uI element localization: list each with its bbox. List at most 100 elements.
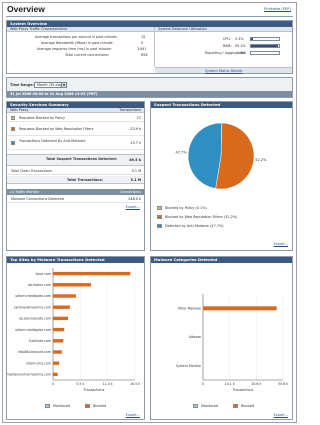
x-tick-label: 11.0 k [103, 382, 113, 386]
category-label: 1jmp.com [35, 272, 51, 276]
cpu-label: CPU: [223, 37, 232, 41]
disk-meter [250, 51, 280, 55]
legend-swatch [157, 215, 162, 219]
web-proxy-col-header: Web Proxy [10, 108, 29, 112]
security-export-link[interactable]: Export... [126, 205, 140, 209]
traffic-row-2-label: Average Bandwidth (Mbps) in past minute: [41, 41, 114, 45]
pie-slice-label: 52.2% [255, 158, 267, 162]
table-row: Transactions Detected By Anti-Malware 25… [7, 137, 144, 150]
time-range-label: Time Range: [10, 83, 34, 87]
category-label: mediaclunmutmachine.com [7, 373, 51, 377]
category-label: 4ucltisite.com [29, 339, 51, 343]
top-sites-bar-chart: 0 5.5 k 11.0 k 16.5 k Transactions 1jmp.com ab… [7, 268, 140, 392]
time-range-select[interactable]: Month (30 days) ▼ [34, 82, 67, 88]
bar [53, 283, 91, 287]
legend-label: Blocked [93, 404, 107, 408]
summary-rows: Requests Blocked by Policy 27 Requests B… [7, 114, 144, 156]
system-overview-panel: System Overview Web Proxy Traffic Charac… [6, 20, 293, 74]
legend-swatch [85, 404, 90, 408]
chevron-down-icon: ▼ [61, 83, 66, 87]
category-label: Other Malware [178, 307, 201, 311]
system-status-details-link[interactable]: System Status Details [205, 69, 242, 73]
suspect-legend: Blocked by Policy (0.1%) Blocked by Web … [151, 204, 292, 234]
clean-row: Total Clean Transactions 3.1 M [7, 167, 144, 175]
suspect-title: Suspect Transactions Detected [151, 102, 292, 108]
legend-swatch [157, 224, 162, 228]
suspect-pie-chart: 52.2% 47.7% [175, 122, 267, 190]
category-label: uiform.lms.com [26, 361, 51, 365]
total-value: 3.1 M [130, 178, 141, 182]
l4-row: Malware Connections Detected 248.0 k [7, 195, 144, 203]
row-label: Transactions Detected By Anti-Malware [19, 139, 86, 143]
cpu-meter [250, 37, 280, 41]
malware-categories-title: Malware Categories Detected [151, 257, 292, 263]
l4-title: L4 Traffic Monitor [10, 190, 40, 194]
clean-label: Total Clean Transactions [11, 169, 52, 173]
legend-swatch [193, 404, 198, 408]
security-summary-panel: Security Services Summary Web Proxy Tran… [6, 101, 145, 251]
category-label: uiform.mediaplex.com [15, 294, 51, 298]
resource-header: System Resource Utilization [155, 27, 292, 32]
table-row: Requests Blocked by Policy 27 [7, 114, 144, 122]
malware-categories-export-link[interactable]: Export... [274, 413, 288, 417]
bar [53, 305, 70, 309]
category-label: ab.mpfun.com [28, 283, 51, 287]
time-range-panel: Time Range: Month (30 days) ▼ 31 Jul 200… [6, 77, 293, 98]
legend-label: Blocked by Policy (0.1%) [165, 206, 207, 210]
category-label: System Monitor [176, 364, 202, 368]
total-suspect-value: 49.5 k [129, 158, 141, 162]
x-tick-label: 10.1 k [225, 382, 235, 386]
legend-label: Monitored [201, 404, 219, 408]
bar [53, 350, 62, 354]
header-divider [6, 16, 293, 17]
bar [53, 316, 68, 321]
x-axis-label: Transactions [232, 388, 254, 392]
cpu-meter-fill [251, 38, 253, 40]
ram-meter-fill [251, 45, 278, 47]
row-value: 27 [136, 116, 141, 120]
suspect-export-link[interactable]: Export... [274, 242, 288, 246]
traffic-row-4-value: 658 [141, 53, 148, 57]
period-bar: 31 Jul 2006 00:00 to 31 Aug 2006 13:53 (… [7, 91, 292, 97]
traffic-row-3-label: Average response time (ms) in past minut… [37, 47, 112, 51]
row-label: Requests Blocked by Policy [19, 116, 65, 120]
table-row: Requests Blocked by Web Reputation Filte… [7, 123, 144, 136]
disk-value: 0.4% [237, 51, 246, 55]
traffic-row-1-value: 15 [141, 35, 146, 39]
security-summary-header: Web Proxy Transactions [7, 108, 144, 113]
printable-pdf-link[interactable]: Printable (PDF) [264, 7, 291, 11]
page-frame: Overview Printable (PDF) System Overview… [2, 2, 297, 423]
malware-categories-panel: Malware Categories Detected 0 10.1 k 20.6 … [150, 256, 293, 420]
top-sites-panel: Top Sites by Malware Transactions Detect… [6, 256, 145, 420]
time-range-period: 31 Jul 2006 00:00 to 31 Aug 2006 13:53 (… [10, 92, 98, 96]
top-sites-title: Top Sites by Malware Transactions Detect… [7, 257, 144, 263]
legend-swatch [11, 116, 15, 120]
status-footer: System Status Details [155, 67, 292, 73]
bar [53, 271, 131, 276]
top-sites-export-link[interactable]: Export... [126, 413, 140, 417]
pie-slice-label: 47.7% [175, 150, 187, 154]
row-label: Requests Blocked by Web Reputation Filte… [19, 127, 94, 131]
ram-meter [250, 44, 280, 48]
category-label: http88.sidcpunt.com [18, 350, 51, 354]
bar [53, 339, 64, 343]
total-label: Total Transactions: [67, 178, 103, 182]
legend-swatch [45, 404, 50, 408]
transactions-col-header: Transactions [119, 108, 141, 112]
row-value: 23.9 k [130, 127, 141, 131]
x-tick-label: 0 [202, 382, 204, 386]
x-tick-label: 5.5 k [76, 382, 84, 386]
l4-row-label: Malware Connections Detected [11, 197, 64, 201]
traffic-row-4-label: Total current connections: [65, 53, 109, 57]
malware-categories-bar-chart: 0 10.1 k 20.6 k 30.6 k Transactions Other Mal… [176, 294, 288, 392]
x-tick-label: 20.6 k [251, 382, 261, 386]
total-row: Total Transactions: 3.1 M [7, 176, 144, 184]
category-label: ao.sourceaudio.com [19, 317, 51, 321]
column-divider [154, 27, 155, 67]
category-label: uiform.mediaplex.com [15, 328, 51, 332]
legend-label: Detected by Anti-Malware (47.7%) [165, 224, 224, 228]
ram-value: 95.2% [235, 44, 246, 48]
bar [203, 306, 277, 311]
bar [53, 361, 60, 365]
category-label: cammonkmachine.com [14, 305, 51, 309]
